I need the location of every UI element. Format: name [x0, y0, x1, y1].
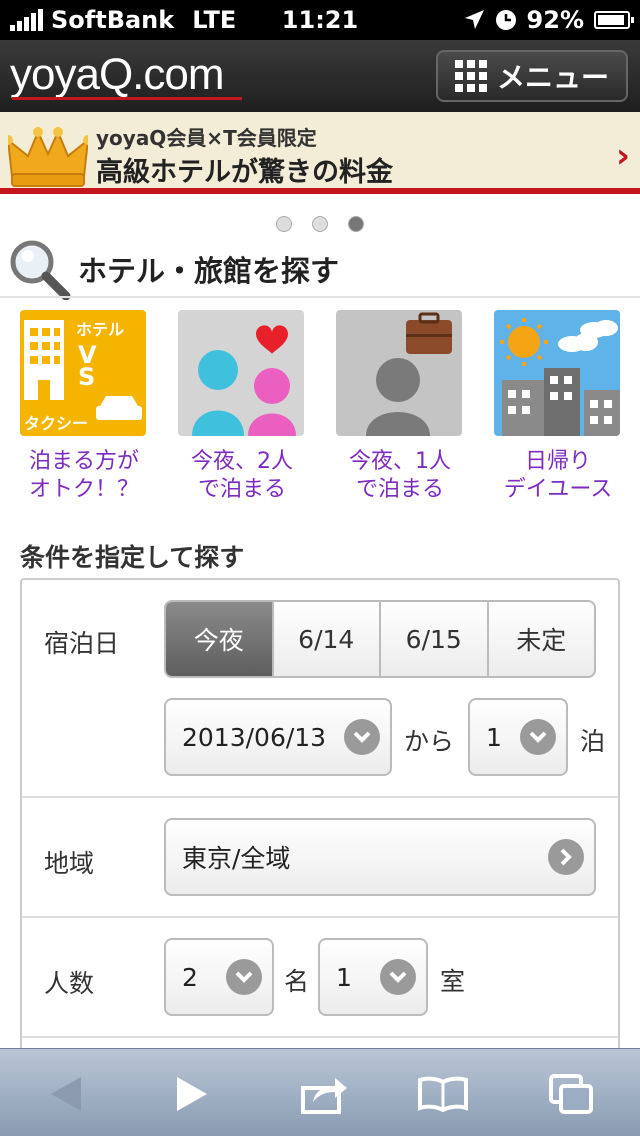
date-option-tonight[interactable]: 今夜 [166, 602, 274, 676]
pager-dot-active[interactable] [348, 216, 364, 232]
nights-value: 1 [486, 722, 502, 752]
nights-select[interactable]: 1 [468, 698, 568, 776]
pager-dot[interactable] [312, 216, 328, 232]
row-divider [22, 796, 618, 798]
conditions-panel: 宿泊日 今夜 6/14 6/15 未定 2013/06/13 から 1 泊 地域… [20, 578, 620, 1058]
tile-caption: 今夜、2人 で泊まる [167, 448, 317, 504]
battery-percent: 92% [526, 6, 584, 34]
caption-line: 泊まる方が [28, 449, 139, 474]
people-unit: 名 [284, 967, 310, 996]
tile-caption: 日帰り デイユース [483, 448, 633, 504]
section-title: ホテル・旅館を探す [78, 254, 340, 288]
couple-icon [178, 310, 304, 436]
date-option-6-14[interactable]: 6/14 [274, 602, 381, 676]
chevron-down-icon [380, 959, 416, 995]
caption-line: 今夜、1人 [349, 449, 451, 474]
nights-label: 泊 [580, 727, 606, 756]
menu-label: メニュー [496, 61, 609, 94]
area-value: 東京/全域 [182, 844, 291, 873]
caption-line: オトク！？ [28, 477, 139, 502]
tile-hotel-vs-taxi[interactable]: ホテル VS タクシー 泊まる方が オトク！？ [20, 310, 148, 504]
tile-caption: 今夜、1人 で泊まる [325, 448, 475, 504]
caption-line: デイユース [503, 477, 613, 502]
alarm-clock-icon [495, 10, 516, 30]
people-count-value: 2 [182, 962, 198, 992]
magnifier-icon [10, 240, 71, 300]
chevron-down-icon [344, 719, 380, 755]
chevron-right-icon [548, 839, 584, 875]
rooms-unit: 室 [440, 967, 466, 996]
forward-arrow-icon[interactable] [168, 1069, 218, 1119]
stay-date-segmented: 今夜 6/14 6/15 未定 [164, 600, 596, 678]
chevron-right-icon: › [615, 136, 630, 176]
date-option-6-15[interactable]: 6/15 [381, 602, 489, 676]
chevron-down-icon [520, 719, 556, 755]
location-arrow-icon [464, 10, 484, 29]
date-select[interactable]: 2013/06/13 [164, 698, 392, 776]
caption-line: で泊まる [355, 477, 444, 502]
area-select[interactable]: 東京/全域 [164, 818, 596, 896]
people-count-select[interactable]: 2 [164, 938, 274, 1016]
carousel-pager[interactable] [0, 216, 640, 232]
date-option-undecided[interactable]: 未定 [489, 602, 595, 676]
status-bar: SoftBank LTE 11:21 92% [0, 0, 640, 40]
tile-text-hotel: ホテル [76, 320, 125, 339]
stay-date-label: 宿泊日 [44, 629, 120, 658]
tile-text-vs: VS [78, 341, 97, 391]
area-label: 地域 [44, 849, 95, 878]
crown-icon [8, 127, 88, 187]
site-header: yoyaQ.com メニュー [0, 40, 640, 112]
status-right: 92% [463, 6, 634, 34]
caption-line: 日帰り [524, 449, 591, 474]
back-arrow-icon[interactable] [40, 1069, 90, 1119]
rooms-value: 1 [336, 962, 352, 992]
menu-button[interactable]: メニュー [436, 50, 628, 102]
tile-day-use[interactable]: 日帰り デイユース [494, 310, 622, 504]
logo-underline [12, 97, 242, 100]
bookmarks-book-icon[interactable] [418, 1069, 468, 1119]
row-divider [22, 1036, 618, 1038]
hotel-vs-taxi-icon: ホテル VS タクシー [20, 310, 146, 436]
single-traveler-icon [336, 310, 462, 436]
row-divider [22, 916, 618, 918]
conditions-title: 条件を指定して探す [20, 543, 245, 572]
share-icon[interactable] [300, 1069, 350, 1119]
browser-toolbar [0, 1048, 640, 1136]
date-select-value: 2013/06/13 [182, 722, 327, 752]
battery-icon [594, 11, 634, 29]
tile-couple-tonight[interactable]: 今夜、2人 で泊まる [178, 310, 306, 504]
divider [0, 296, 640, 298]
caption-line: 今夜、2人 [191, 449, 293, 474]
from-label: から [404, 727, 455, 756]
tile-caption: 泊まる方が オトク！？ [9, 448, 159, 504]
grid-menu-icon [454, 60, 487, 92]
promo-banner[interactable]: yoyaQ会員×T会員限定 高級ホテルが驚きの料金 › [0, 112, 640, 194]
tile-text-taxi: タクシー [24, 414, 89, 433]
promo-title: 高級ホテルが驚きの料金 [96, 157, 393, 188]
people-label: 人数 [44, 969, 95, 998]
caption-line: で泊まる [197, 477, 286, 502]
pager-dot[interactable] [276, 216, 292, 232]
tile-solo-tonight[interactable]: 今夜、1人 で泊まる [336, 310, 464, 504]
tabs-icon[interactable] [546, 1069, 596, 1119]
chevron-down-icon [226, 959, 262, 995]
day-use-icon [494, 310, 620, 436]
rooms-select[interactable]: 1 [318, 938, 428, 1016]
promo-subtitle: yoyaQ会員×T会員限定 [96, 126, 317, 150]
site-logo[interactable]: yoyaQ.com [10, 50, 225, 100]
search-section-header: ホテル・旅館を探す [8, 240, 340, 300]
